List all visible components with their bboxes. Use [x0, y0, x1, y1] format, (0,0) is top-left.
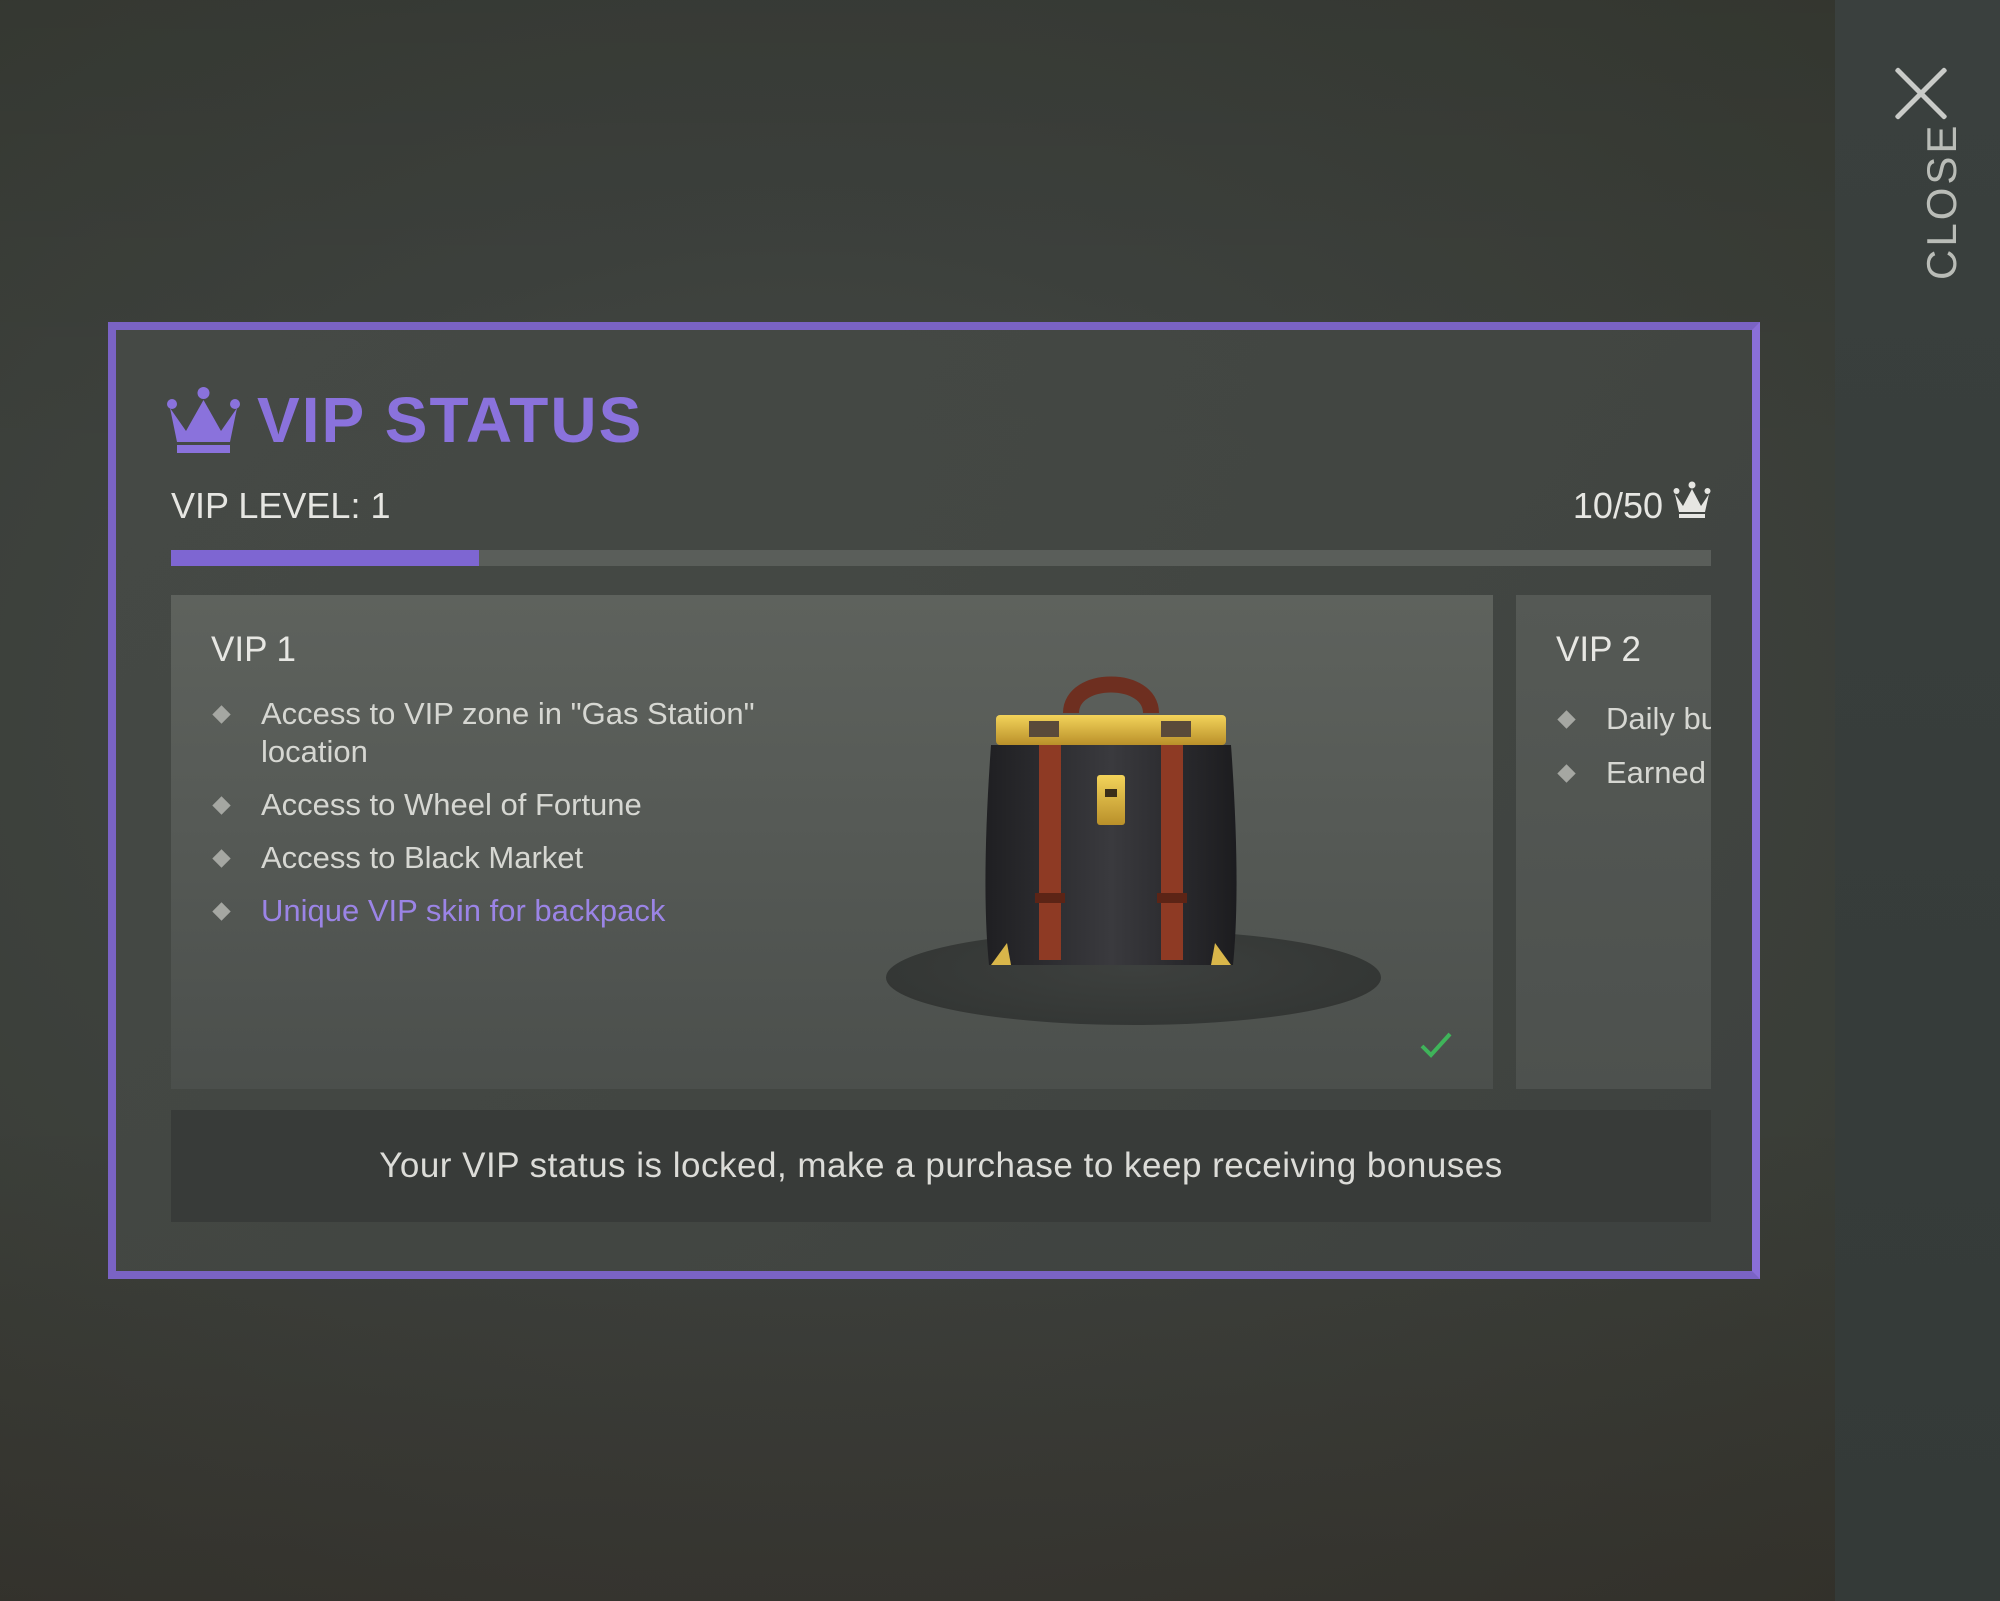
vip-level-label: VIP LEVEL: 1 [171, 485, 391, 526]
benefit-text: Unique VIP skin for backpack [261, 893, 666, 928]
vip-card-2[interactable]: VIP 2 Daily bu Earned e [1516, 595, 1711, 1089]
benefit-item: Access to Wheel of Fortune [211, 786, 771, 824]
diamond-bullet-icon [1557, 764, 1576, 783]
benefit-text: Earned e [1606, 755, 1711, 790]
benefit-item: Access to VIP zone in "Gas Station" loca… [211, 695, 771, 771]
close-icon[interactable] [1892, 65, 1948, 121]
vip-locked-notice: Your VIP status is locked, make a purcha… [171, 1110, 1711, 1222]
vip-points-count: 10/50 [1572, 485, 1663, 526]
benefit-item: Daily bu [1556, 700, 1711, 738]
benefit-text: Access to Wheel of Fortune [261, 787, 642, 822]
benefit-item-highlight: Unique VIP skin for backpack [211, 892, 771, 930]
benefit-text: Daily bu [1606, 701, 1711, 736]
diamond-bullet-icon [212, 705, 231, 724]
benefit-list: Access to VIP zone in "Gas Station" loca… [211, 695, 771, 945]
diamond-bullet-icon [212, 849, 231, 868]
benefit-item: Earned e [1556, 754, 1711, 792]
benefit-list: Daily bu Earned e [1556, 700, 1711, 808]
check-icon [1420, 1032, 1452, 1058]
close-label[interactable]: CLOSE [1918, 123, 1966, 280]
page-title: VIP STATUS [257, 384, 644, 456]
vip-card-title: VIP 2 [1556, 630, 1641, 669]
vip-status-panel: VIP STATUS VIP LEVEL: 1 10/50 VIP 1 Acce… [108, 322, 1760, 1279]
benefit-text: Access to VIP zone in "Gas Station" loca… [261, 696, 755, 769]
diamond-bullet-icon [212, 796, 231, 815]
crown-icon [167, 387, 240, 453]
diamond-bullet-icon [212, 902, 231, 921]
vip-backpack-image [985, 676, 1237, 965]
close-button[interactable]: CLOSE [1880, 55, 1965, 315]
vip-card-title: VIP 1 [211, 630, 296, 669]
benefit-item: Access to Black Market [211, 839, 771, 877]
benefit-text: Access to Black Market [261, 840, 584, 875]
crown-small-icon [1673, 481, 1711, 518]
diamond-bullet-icon [1557, 710, 1576, 729]
vip-level-row: VIP LEVEL: 1 10/50 [171, 481, 1711, 535]
panel-header: VIP STATUS [166, 380, 643, 460]
vip-progress-fill [171, 550, 479, 566]
vip-card-1[interactable]: VIP 1 Access to VIP zone in "Gas Station… [171, 595, 1493, 1089]
vip-progress-bar [171, 550, 1711, 566]
